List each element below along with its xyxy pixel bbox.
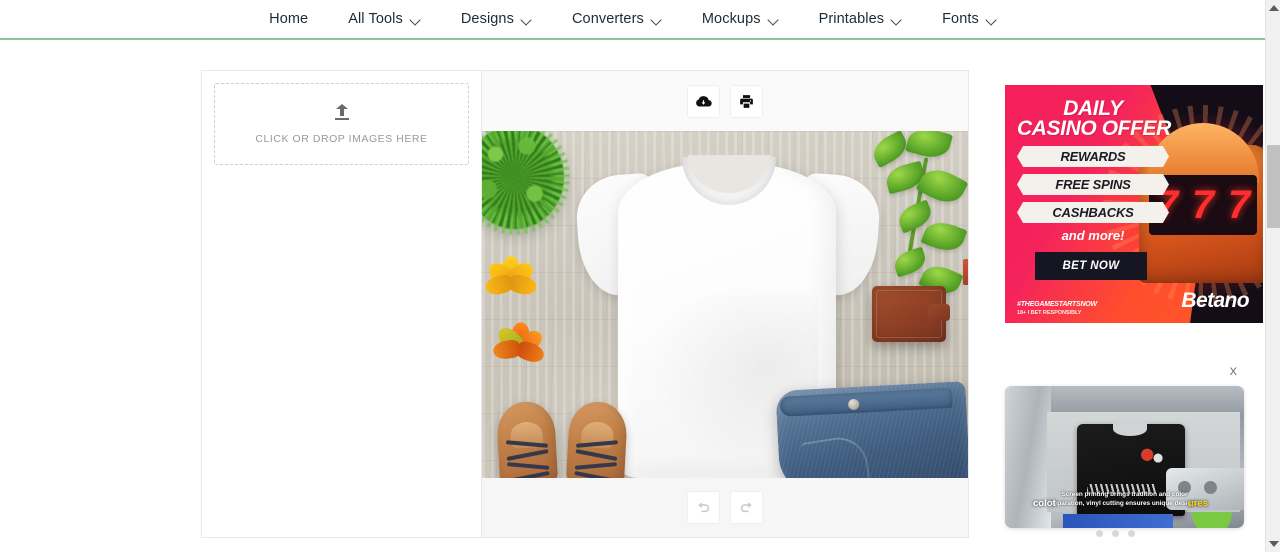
nav-item-printables[interactable]: Printables xyxy=(799,12,922,27)
dropzone-label: CLICK OR DROP IMAGES HERE xyxy=(255,132,428,145)
canvas-toolbar xyxy=(482,71,968,131)
nav-item-label: Printables xyxy=(818,10,885,27)
scroll-up-arrow-icon[interactable] xyxy=(1266,0,1280,16)
slot-seven: 7 xyxy=(1191,183,1215,227)
nav-item-fonts[interactable]: Fonts xyxy=(922,12,1017,27)
scrollbar-thumb[interactable] xyxy=(1267,145,1280,228)
nav-item-home[interactable]: Home xyxy=(249,12,328,27)
nav-item-label: Home xyxy=(269,10,309,27)
chevron-down-icon xyxy=(410,16,421,23)
printer-icon xyxy=(740,94,753,108)
carousel-dot-2[interactable] xyxy=(1112,530,1119,537)
nav-item-label: Fonts xyxy=(942,10,979,27)
carousel-dot-3[interactable] xyxy=(1128,530,1135,537)
casino-title-line2: CASINO OFFER xyxy=(1017,117,1171,140)
moss-ball-decoration xyxy=(482,131,564,229)
pencil-decoration xyxy=(963,259,968,285)
wallet-decoration xyxy=(872,286,950,342)
download-button[interactable] xyxy=(687,84,720,118)
chevron-down-icon xyxy=(891,16,902,23)
video-overlay-word-left: colot xyxy=(1033,498,1056,509)
upload-pane: CLICK OR DROP IMAGES HERE xyxy=(202,71,482,537)
nav-item-label: Mockups xyxy=(701,10,761,27)
casino-ad-footer: #THEGAMESTARTSNOW 18+ I BET RESPONSIBLY xyxy=(1017,301,1097,316)
redo-arrow-icon xyxy=(740,502,752,513)
casino-responsible-gaming-notice: 18+ I BET RESPONSIBLY xyxy=(1017,310,1082,316)
nav-accent-underline xyxy=(0,38,1266,40)
page-scrollbar[interactable] xyxy=(1265,0,1280,552)
casino-ad-banner[interactable]: 7 7 7 DAILY CASINO OFFER REWARDS FREE SP… xyxy=(1005,85,1263,323)
scroll-down-arrow-icon[interactable] xyxy=(1266,536,1280,552)
main-navigation: Home All Tools Designs Converters Mockup… xyxy=(0,0,1266,38)
chevron-down-icon xyxy=(651,16,662,23)
jeans-decoration xyxy=(775,381,968,478)
chevron-down-icon xyxy=(768,16,779,23)
shirt-print-graphic xyxy=(1137,446,1171,468)
printer-blue-strip xyxy=(1063,514,1173,528)
undo-arrow-icon xyxy=(698,502,710,513)
redo-button[interactable] xyxy=(730,491,763,524)
close-icon[interactable]: X xyxy=(1230,366,1237,378)
cloud-download-icon xyxy=(696,95,712,106)
upload-icon xyxy=(334,103,350,121)
slot-seven: 7 xyxy=(1227,183,1251,227)
casino-benefit-cashbacks: CASHBACKS xyxy=(1017,202,1169,223)
video-carousel-dots xyxy=(996,530,1235,537)
casino-hashtag: #THEGAMESTARTSNOW xyxy=(1017,301,1097,308)
undo-button[interactable] xyxy=(687,491,720,524)
nav-item-label: Designs xyxy=(460,10,514,27)
green-badge xyxy=(1192,512,1232,528)
nav-items-container: Home All Tools Designs Converters Mockup… xyxy=(249,12,1017,27)
history-toolbar xyxy=(482,478,968,537)
nav-item-mockups[interactable]: Mockups xyxy=(682,12,799,27)
nav-item-label: Converters xyxy=(571,10,644,27)
casino-benefit-rewards: REWARDS xyxy=(1017,146,1169,167)
nav-item-all-tools[interactable]: All Tools xyxy=(328,12,441,27)
nav-item-label: All Tools xyxy=(348,10,403,27)
bet-now-button[interactable]: BET NOW xyxy=(1035,252,1147,280)
chevron-down-icon xyxy=(986,16,997,23)
casino-and-more-text: and more! xyxy=(1061,228,1125,243)
casino-ad-copy: DAILY CASINO OFFER REWARDS FREE SPINS CA… xyxy=(1017,98,1171,280)
print-button[interactable] xyxy=(730,84,763,118)
orange-maple-leaf xyxy=(492,321,547,369)
casino-ad-title: DAILY CASINO OFFER xyxy=(1017,98,1171,140)
nav-item-converters[interactable]: Converters xyxy=(552,12,682,27)
sneakers-decoration xyxy=(495,400,629,478)
casino-benefit-free-spins: FREE SPINS xyxy=(1017,174,1169,195)
mockup-preview-image[interactable] xyxy=(482,131,968,478)
video-overlay-word-right: ures xyxy=(1187,498,1208,509)
canvas-pane xyxy=(482,71,968,537)
chevron-down-icon xyxy=(521,16,532,23)
carousel-dot-1[interactable] xyxy=(1096,530,1103,537)
mockup-editor-card: CLICK OR DROP IMAGES HERE xyxy=(201,70,969,538)
image-dropzone[interactable]: CLICK OR DROP IMAGES HERE xyxy=(214,83,469,165)
yellow-maple-leaf xyxy=(483,256,539,305)
nav-item-designs[interactable]: Designs xyxy=(441,12,552,27)
betano-logo: Betano xyxy=(1181,289,1249,312)
video-ad-player[interactable]: Screen printing brings tradition and col… xyxy=(1005,386,1244,528)
